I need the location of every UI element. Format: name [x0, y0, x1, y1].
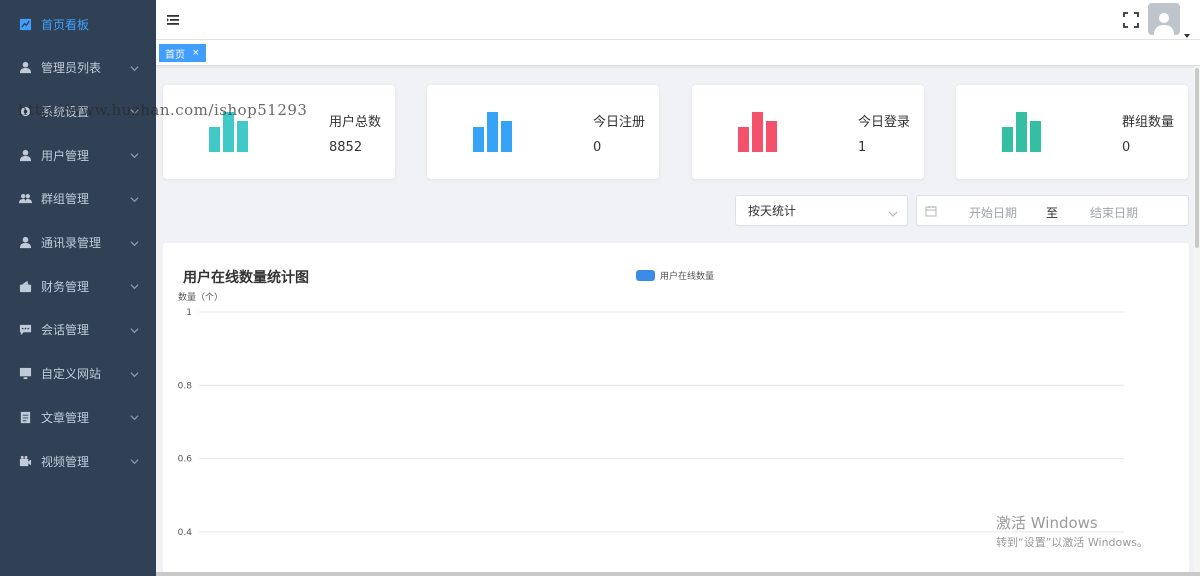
y-tick-label: 0.6 [178, 455, 193, 465]
sidebar-item[interactable]: 通讯录管理 [0, 223, 156, 263]
sidebar-item[interactable]: 首页看板 [0, 4, 156, 44]
sidebar-item-label: 财务管理 [41, 279, 90, 294]
bar-chart-icon [1002, 112, 1041, 152]
sidebar-item-label: 文章管理 [41, 410, 90, 425]
stat-label: 今日注册 [593, 115, 646, 130]
chevron-down-icon [130, 149, 140, 159]
sidebar-item[interactable]: 财务管理 [0, 266, 156, 306]
stat-value: 0 [593, 140, 602, 155]
y-tick-label: 0.8 [178, 381, 193, 391]
chevron-down-icon [130, 237, 140, 247]
video-icon [18, 454, 32, 468]
tag-home[interactable]: 首页 × [159, 44, 206, 62]
chevron-down-icon [130, 62, 140, 72]
bar-chart-icon [209, 112, 248, 152]
stat-card[interactable]: 今日注册 0 [427, 85, 659, 179]
y-tick-label: 1 [186, 308, 192, 318]
sidebar-item[interactable]: 用户管理 [0, 135, 156, 175]
chart-legend[interactable]: 用户在线数量 [636, 269, 714, 282]
tag-label: 首页 [165, 49, 185, 61]
group-by-value: 按天统计 [748, 204, 797, 218]
chevron-down-icon [130, 280, 140, 290]
sidebar-item-label: 系统设置 [41, 104, 90, 119]
stat-label: 用户总数 [329, 115, 382, 130]
sidebar-item[interactable]: 视频管理 [0, 441, 156, 481]
sidebar-item[interactable]: 文章管理 [0, 397, 156, 437]
sidebar-item-label: 通讯录管理 [41, 236, 102, 250]
chart-title: 用户在线数量统计图 [183, 270, 309, 286]
stat-value: 8852 [329, 140, 363, 155]
wallet-icon [18, 279, 32, 293]
bar-chart-icon [738, 112, 777, 152]
user-icon [18, 148, 32, 162]
chevron-down-icon [130, 411, 140, 421]
date-range-picker[interactable]: 开始日期 至 结束日期 [916, 195, 1189, 226]
sidebar-item[interactable]: 自定义网站 [0, 354, 156, 394]
group-icon [18, 192, 32, 206]
legend-swatch [636, 270, 655, 281]
sidebar-item[interactable]: 管理员列表 [0, 48, 156, 88]
line-chart: 1 0.8 0.6 0.4 [178, 308, 1124, 538]
bar-chart-icon [473, 112, 512, 152]
chevron-down-icon [130, 455, 140, 465]
monitor-icon [18, 367, 32, 381]
calendar-icon [925, 205, 937, 217]
stat-value: 1 [858, 140, 867, 155]
fullscreen-icon[interactable] [1122, 11, 1140, 29]
hamburger-menu-icon[interactable] [166, 13, 180, 27]
chat-icon [18, 323, 32, 337]
document-icon [18, 410, 32, 424]
sidebar-item-label: 首页看板 [41, 17, 90, 32]
y-axis-label: 数量（个） [178, 293, 224, 303]
chart-panel: 1 0.8 0.6 0.4 用户在线数量统计图 用户在线数量 数量（个） [163, 243, 1189, 576]
sidebar-item[interactable]: 系统设置 [0, 91, 156, 131]
legend-label: 用户在线数量 [660, 272, 715, 282]
start-date-input[interactable]: 开始日期 [969, 204, 1017, 221]
header [156, 0, 1200, 40]
group-by-select[interactable]: 按天统计 [735, 195, 908, 226]
chevron-down-icon [130, 368, 140, 378]
horizontal-scrollbar[interactable] [156, 572, 1200, 576]
sidebar-item[interactable]: 群组管理 [0, 179, 156, 219]
sidebar-item[interactable]: 会话管理 [0, 310, 156, 350]
user-icon [18, 236, 32, 250]
y-tick-label: 0.4 [178, 528, 193, 538]
settings-icon [18, 104, 32, 118]
caret-down-icon[interactable] [1184, 27, 1190, 38]
stat-card[interactable]: 用户总数 8852 [163, 85, 395, 179]
stat-label: 今日登录 [858, 115, 911, 130]
chevron-down-icon [130, 193, 140, 203]
chevron-down-icon [888, 207, 898, 217]
end-date-input[interactable]: 结束日期 [1090, 204, 1138, 221]
sidebar-item-label: 会话管理 [41, 323, 90, 338]
tags-view: 首页 × [156, 40, 1200, 66]
stat-card[interactable]: 群组数量 0 [956, 85, 1188, 179]
sidebar-item-label: 管理员列表 [41, 61, 102, 76]
trend-chart-icon [18, 17, 32, 31]
date-separator: 至 [1046, 206, 1059, 220]
close-icon[interactable]: × [192, 48, 200, 58]
sidebar-item-label: 视频管理 [41, 454, 90, 469]
vertical-scrollbar-thumb[interactable] [1195, 68, 1199, 248]
stat-label: 群组数量 [1122, 115, 1175, 130]
sidebar-item-label: 用户管理 [41, 148, 90, 163]
sidebar-item-label: 群组管理 [41, 192, 90, 207]
avatar[interactable] [1148, 3, 1180, 35]
user-icon [18, 61, 32, 75]
sidebar: 首页看板管理员列表系统设置用户管理群组管理通讯录管理财务管理会话管理自定义网站文… [0, 0, 156, 576]
chevron-down-icon [130, 105, 140, 115]
stat-value: 0 [1122, 140, 1131, 155]
chevron-down-icon [130, 324, 140, 334]
stat-card[interactable]: 今日登录 1 [692, 85, 924, 179]
sidebar-item-label: 自定义网站 [41, 367, 102, 382]
